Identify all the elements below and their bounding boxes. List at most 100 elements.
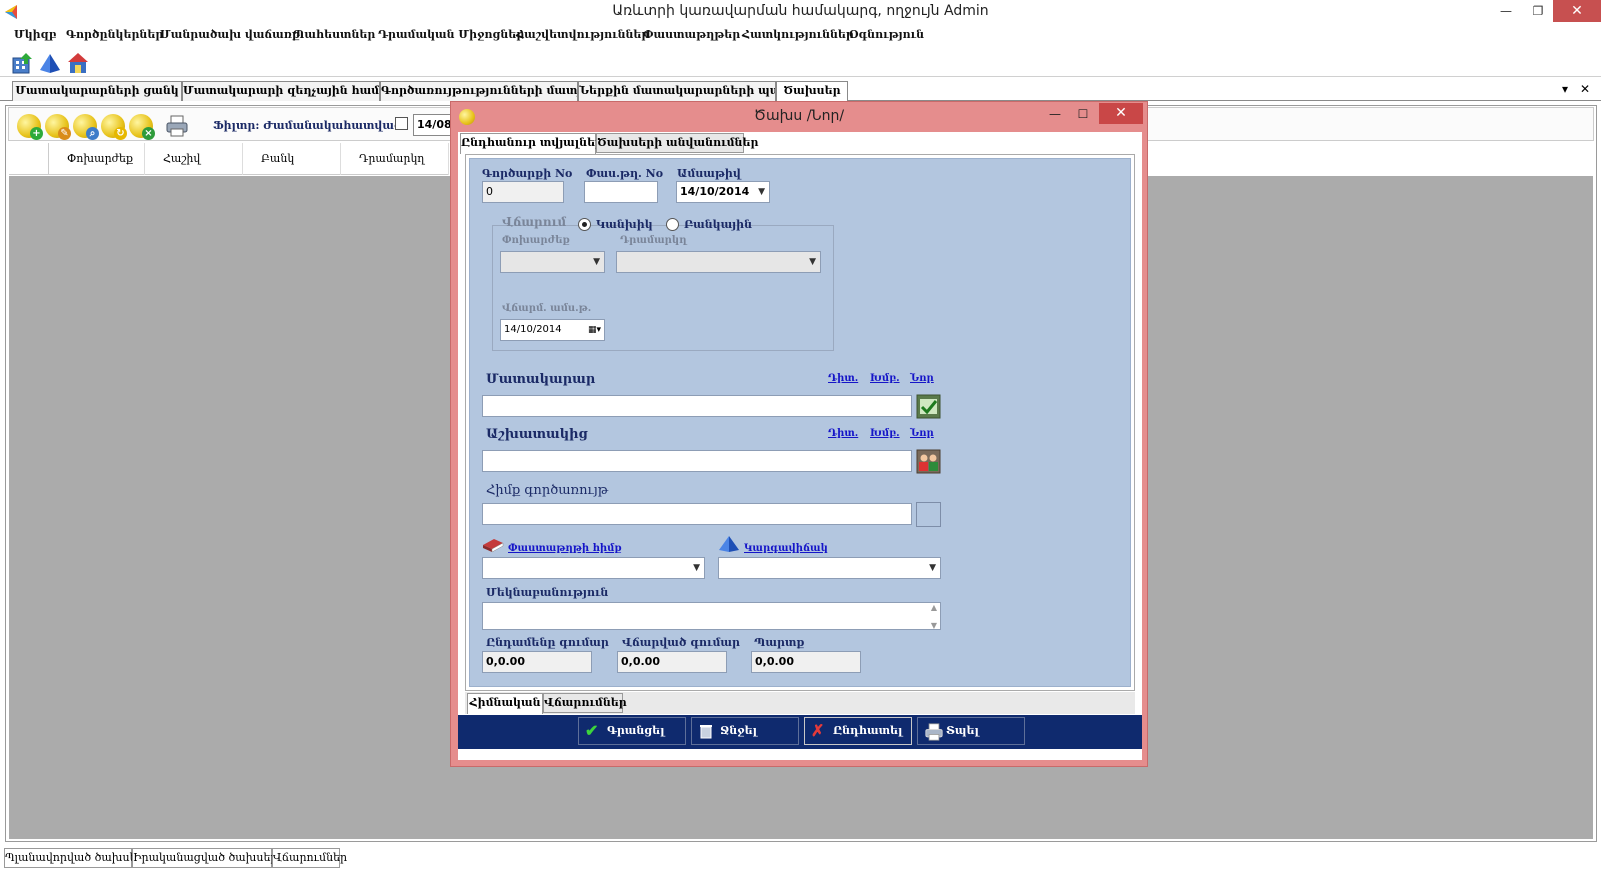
doc-type-link[interactable]: Փաստաթղթի հիմք [508,543,622,554]
tab-actual-expenses[interactable]: Իրականացված ծախսեր [132,848,277,868]
category-select[interactable]: ▼ [718,557,941,579]
menu-help[interactable]: Օգնություն [849,28,924,41]
save-button[interactable]: ✔ Գրանցել [578,717,686,745]
employees-pick-icon[interactable] [916,449,941,474]
tab-payments[interactable]: Վճարումներ [272,848,347,868]
grid-col-account[interactable]: Հաշիվ [145,143,243,175]
employee-view-link[interactable]: Դիտ. [828,428,858,439]
add-coin-icon[interactable]: + [17,114,43,140]
dialog-minimize-button[interactable]: — [1041,104,1069,124]
printer-icon [925,723,943,741]
grid-col-cashbox[interactable]: Դրամարկղ [341,143,449,175]
cash-radio[interactable] [578,218,591,231]
print-button[interactable]: Տպել [917,717,1025,745]
print-button-label: Տպել [946,724,979,737]
minimize-button[interactable]: — [1490,0,1522,22]
tab-expense-names[interactable]: Ծախսերի անվանումներ [596,133,758,153]
printer-icon[interactable] [165,114,189,138]
employee-edit-link[interactable]: Խմբ. [870,428,900,439]
pyramid-icon[interactable] [38,51,62,75]
article-label: Հիմք գործառույթ [486,483,609,498]
ext-no-input[interactable] [584,181,658,203]
edit-coin-icon[interactable]: ✎ [45,114,71,140]
tab-dialog-payments[interactable]: Վճարումներ [543,693,627,713]
menu-start[interactable]: Մկիզբ [14,28,56,41]
article-input[interactable] [482,503,912,525]
delete-coin-icon[interactable]: × [129,114,155,140]
calendar-icon: ▦▾ [587,325,601,335]
cash-label: Կանխիկ [596,218,653,231]
tab-expenses[interactable]: Ծախսեր [776,81,848,102]
menu-bar: Մկիզբ Գործընկերներ Մանրածախ վաճառք Պահես… [0,23,1601,47]
pay-date-value: 14/10/2014 [504,324,562,335]
supplier-input[interactable] [482,395,912,417]
employee-input[interactable] [482,450,912,472]
tab-general-data[interactable]: Ընդհանուր տվյալներ [460,133,603,154]
filter-label: Ֆիլտր: Ժամանակահատված` [213,119,408,132]
bank-label: Բանկային [684,218,752,231]
restore-button[interactable]: ❐ [1522,0,1554,22]
delete-button[interactable]: Ջնջել [691,717,799,745]
scroll-arrows-icon[interactable]: ▲ ▼ [931,603,937,629]
chevron-down-icon: ▼ [693,563,700,573]
bottom-tabstrip: Պլանավորված ծախսեր Իրականացված ծախսեր Վճ… [0,846,1601,871]
dialog-close-button[interactable]: ✕ [1099,103,1143,124]
menu-warehouses[interactable]: Պահեստներ [293,28,375,41]
close-button[interactable]: ✕ [1553,0,1601,22]
supplier-pick-icon[interactable] [916,394,941,419]
pay-date-picker[interactable]: 14/10/2014 ▦▾ [500,319,605,341]
cancel-button[interactable]: ✗ Ընդհատել [804,717,912,745]
trash-icon [700,725,712,739]
supplier-new-link[interactable]: Նոր [910,373,934,384]
building-icon[interactable] [10,51,34,75]
debt-label: Պարտք [754,636,805,649]
menu-properties[interactable]: Հատկություններ [742,28,854,41]
comment-textarea[interactable]: ▲ ▼ [482,602,941,630]
menu-retail[interactable]: Մանրածախ վաճառք [160,28,300,41]
search-coin-icon[interactable]: ⌕ [73,114,99,140]
comment-label: Մեկնաբանություն [486,586,609,599]
category-link[interactable]: Կարգավիճակ [744,543,828,554]
tab-supplier-list[interactable]: Մատակարարների ցանկ [12,81,182,101]
paid-value: 0,0.00 [617,651,727,673]
supplier-view-link[interactable]: Դիտ. [828,373,858,384]
tab-main[interactable]: Հիմնական [467,693,543,714]
chevron-down-icon: ▼ [809,257,816,267]
menu-funds[interactable]: Դրամական Միջոցներ [378,28,524,41]
menu-reports[interactable]: Հաշվետվություններ [516,28,649,41]
tab-planned-expenses[interactable]: Պլանավորված ծախսեր [4,848,144,868]
bank-radio[interactable] [666,218,679,231]
filter-checkbox[interactable] [395,117,408,130]
employee-new-link[interactable]: Նոր [910,428,934,439]
debt-value: 0,0.00 [751,651,861,673]
date-value: 14/10/2014 [680,185,750,198]
cross-icon: ✗ [811,721,825,740]
menu-partners[interactable]: Գործընկերներ [66,28,163,41]
rate-select[interactable]: ▼ [500,251,605,273]
tab-internal-orders[interactable]: Ներքին մատակարարների պատվ... [578,81,776,101]
refresh-coin-icon[interactable]: ↻ [101,114,127,140]
grid-col-rate[interactable]: Փոխարժեք [49,143,145,175]
save-button-label: Գրանցել [607,724,665,737]
tab-close-button[interactable]: ✕ [1580,82,1590,96]
tab-list-dropdown[interactable]: ▾ [1562,82,1568,96]
grid-col-bank[interactable]: Բանկ [243,143,341,175]
inner-tabstrip: Հիմնական Վճարումներ [465,692,1135,714]
window-titlebar: Առևտրի կառավարման համակարգ, ողջույն Admi… [0,0,1601,23]
menu-documents[interactable]: Փաստաթղթեր [643,28,740,41]
chevron-down-icon: ▼ [593,257,600,267]
article-pick-button[interactable] [916,502,941,527]
expenses-grid-header: Փոխարժեք Հաշիվ Բանկ Դրամարկղ [9,143,449,175]
cashbox-select[interactable]: ▼ [616,251,821,273]
paid-label: Վճարված գումար [622,636,740,649]
date-picker[interactable]: 14/10/2014 ▼ [676,181,770,203]
dialog-maximize-button[interactable]: ☐ [1069,104,1097,124]
supplier-edit-link[interactable]: Խմբ. [870,373,900,384]
doc-no-input[interactable]: 0 [482,181,564,203]
filter-date-input[interactable]: 14/08/2014 [413,114,453,136]
tab-operations-journal[interactable]: Գործառույթությունների մատյան [380,81,578,101]
tab-supplier-discount[interactable]: Մատակարարի զեղչային համակ... [182,81,380,101]
house-books-icon[interactable] [66,51,90,75]
doc-type-select[interactable]: ▼ [482,557,705,579]
checkmark-icon: ✔ [585,721,599,740]
